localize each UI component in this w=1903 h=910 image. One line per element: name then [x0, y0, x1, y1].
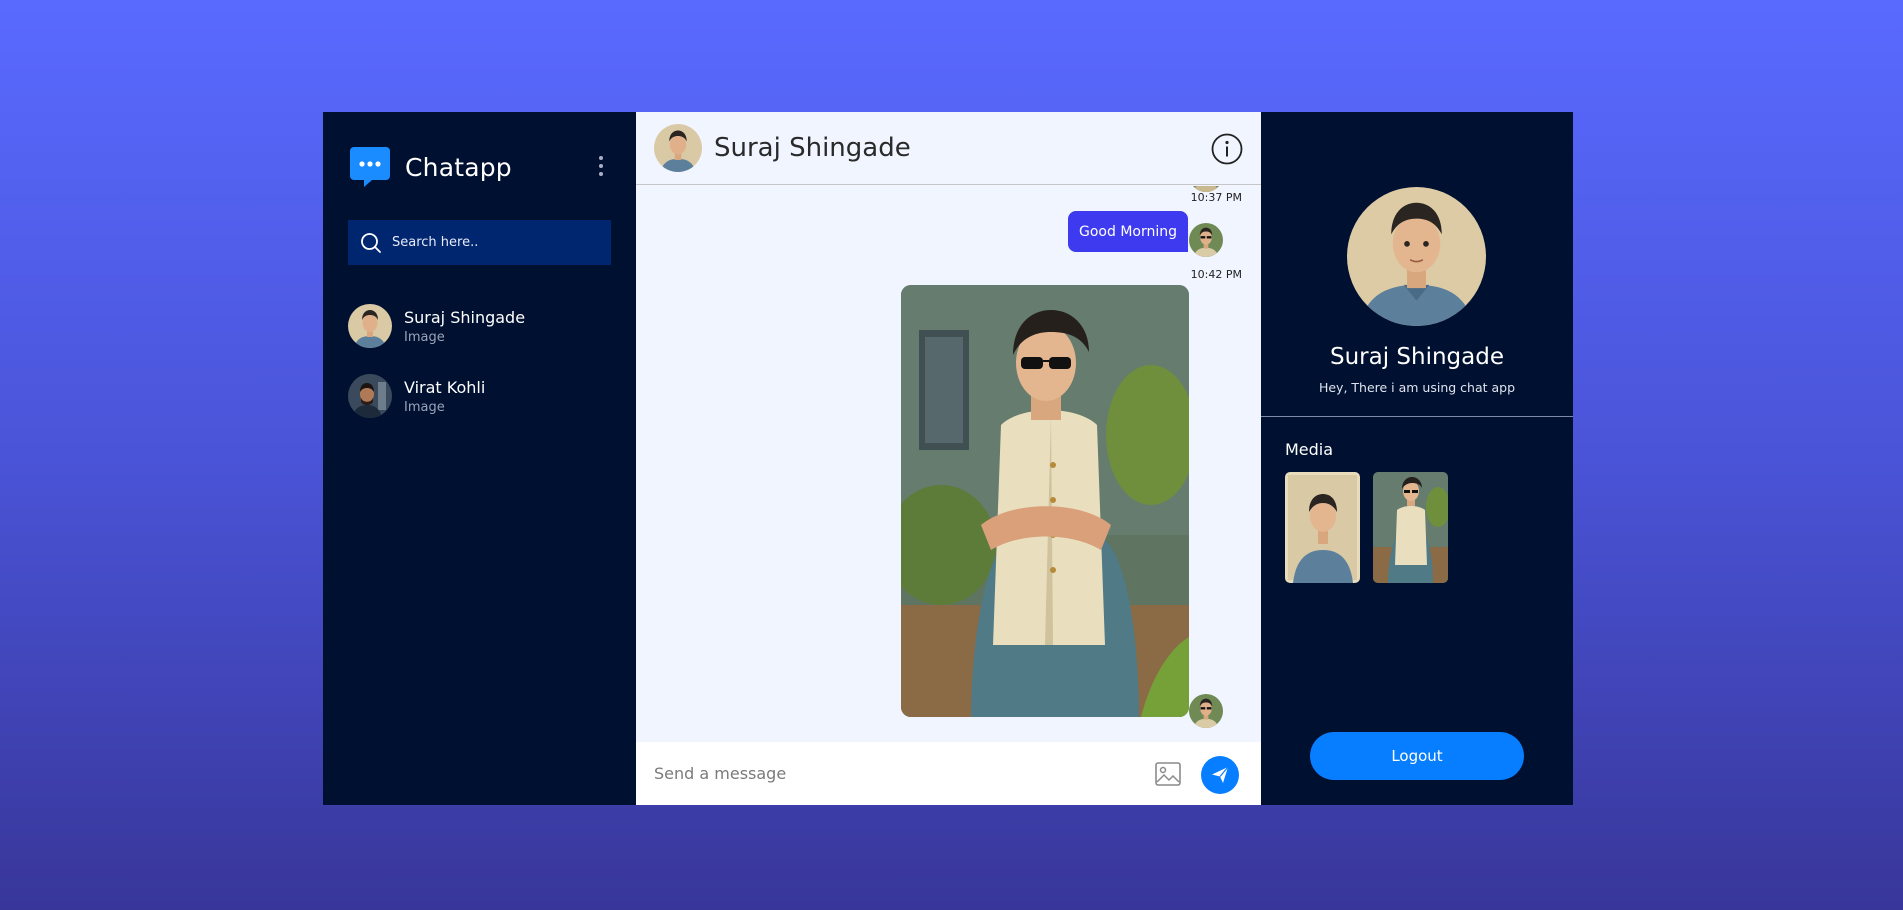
contact-item-virat-kohli[interactable]: Virat Kohli Image — [348, 373, 611, 419]
send-button[interactable] — [1201, 756, 1239, 794]
contact-last-message: Image — [404, 399, 445, 415]
avatar[interactable] — [654, 124, 702, 172]
vertical-dots-icon[interactable] — [591, 153, 611, 179]
contact-name: Virat Kohli — [404, 377, 486, 397]
app-header: Chatapp — [348, 145, 611, 189]
info-icon[interactable] — [1211, 133, 1243, 165]
message-composer — [636, 742, 1261, 805]
avatar — [1189, 694, 1223, 728]
contact-last-message: Image — [404, 329, 445, 345]
media-heading: Media — [1285, 440, 1334, 459]
send-arrow-icon — [1211, 766, 1229, 784]
contact-item-suraj-shingade[interactable]: Suraj Shingade Image — [348, 303, 611, 349]
media-thumbnail[interactable] — [1373, 472, 1448, 583]
left-sidebar: Chatapp Search here.. Suraj Shingade Ima… — [323, 112, 636, 805]
chat-title: Suraj Shingade — [714, 133, 911, 163]
avatar — [348, 374, 392, 418]
logout-button[interactable]: Logout — [1310, 732, 1524, 780]
divider — [1261, 416, 1573, 417]
message-time: 10:42 PM — [1190, 268, 1242, 281]
app-name: Chatapp — [405, 152, 512, 182]
chat-header: Suraj Shingade — [636, 112, 1261, 185]
search-icon — [360, 232, 382, 254]
message-image[interactable] — [901, 285, 1189, 717]
message-input[interactable] — [654, 764, 1144, 783]
profile-name: Suraj Shingade — [1329, 344, 1505, 370]
profile-panel: Suraj Shingade Hey, There i am using cha… — [1261, 112, 1573, 805]
chat-app-window: Chatapp Search here.. Suraj Shingade Ima… — [323, 112, 1573, 805]
chat-bubble-icon — [348, 145, 392, 189]
avatar — [348, 304, 392, 348]
search-bar — [348, 220, 611, 265]
chat-panel: Suraj Shingade 10:37 PM Good Morning 10:… — [636, 112, 1261, 805]
message-bubble: Good Morning — [1068, 211, 1188, 252]
search-input[interactable] — [392, 235, 602, 250]
profile-avatar — [1347, 187, 1486, 326]
image-upload-icon[interactable] — [1154, 760, 1182, 788]
message-list[interactable]: 10:37 PM Good Morning 10:42 PM — [636, 186, 1261, 730]
media-thumbnail[interactable] — [1285, 472, 1360, 583]
avatar — [1189, 223, 1223, 257]
contact-name: Suraj Shingade — [404, 307, 526, 327]
profile-bio: Hey, There i am using chat app — [1318, 380, 1516, 395]
message-time: 10:37 PM — [1190, 191, 1242, 204]
